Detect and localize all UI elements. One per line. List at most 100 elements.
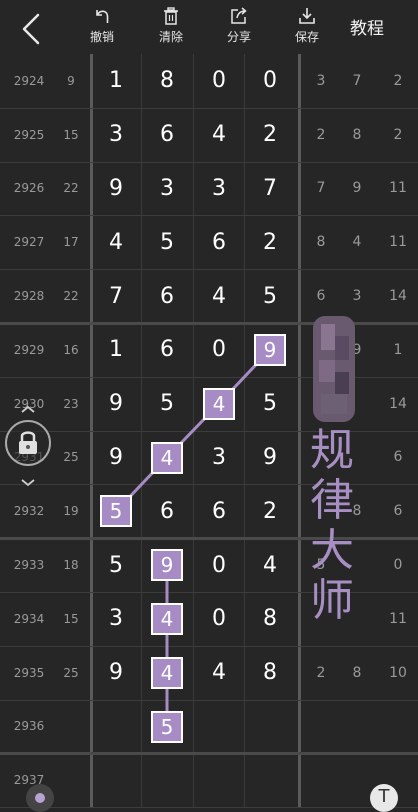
stat-cell: 9 bbox=[352, 180, 362, 197]
stat-cell: 10 bbox=[389, 664, 407, 681]
color-dot bbox=[35, 793, 45, 803]
undo-button[interactable]: 撤销 bbox=[74, 6, 130, 50]
chevron-down-icon[interactable] bbox=[20, 478, 36, 488]
save-label: 保存 bbox=[294, 30, 319, 44]
highlighted-digit[interactable]: 5 bbox=[151, 710, 183, 743]
sum-value: 18 bbox=[63, 558, 79, 573]
digit-cell: 7 bbox=[109, 283, 123, 309]
back-chevron-icon bbox=[22, 13, 40, 45]
period-number: 2929 bbox=[13, 342, 45, 357]
stat-cell: 4 bbox=[352, 234, 362, 251]
stat-cell bbox=[382, 700, 414, 754]
stat-cell: 2 bbox=[393, 126, 403, 143]
tutorial-button[interactable]: 教程 bbox=[350, 14, 384, 39]
digit-cell: 7 bbox=[263, 175, 277, 201]
digit-cell: 5 bbox=[263, 283, 277, 309]
digit-cell: 0 bbox=[212, 68, 226, 94]
sum-value bbox=[52, 700, 90, 754]
sum-value: 25 bbox=[63, 665, 79, 680]
stat-cell: 2 bbox=[316, 664, 326, 681]
highlighted-digit[interactable]: 9 bbox=[151, 549, 183, 582]
digit-cell bbox=[248, 753, 292, 807]
digit-cell: 8 bbox=[263, 660, 277, 686]
toolbar: 撤销 清除 分享 保存 教程 bbox=[0, 0, 418, 54]
share-icon bbox=[231, 7, 247, 24]
stat-cell: 6 bbox=[316, 288, 326, 305]
lock-icon bbox=[19, 431, 37, 454]
digit-cell: 3 bbox=[212, 175, 226, 201]
chevron-up-icon[interactable] bbox=[20, 404, 36, 414]
sum-value: 25 bbox=[63, 450, 79, 465]
clear-button[interactable]: 清除 bbox=[143, 6, 199, 50]
digit-cell: 4 bbox=[212, 283, 226, 309]
highlighted-digit[interactable]: 9 bbox=[254, 333, 286, 366]
sum-value: 19 bbox=[63, 504, 79, 519]
sum-value: 15 bbox=[63, 127, 79, 142]
digit-cell: 8 bbox=[160, 68, 174, 94]
digit-cell: 6 bbox=[160, 122, 174, 148]
stat-cell: 8 bbox=[316, 234, 326, 251]
digit-cell: 0 bbox=[212, 552, 226, 578]
stat-cell: 3 bbox=[352, 288, 362, 305]
sum-value: 22 bbox=[63, 289, 79, 304]
period-number: 2924 bbox=[13, 73, 45, 88]
digit-cell: 2 bbox=[263, 229, 277, 255]
digit-cell: 4 bbox=[109, 229, 123, 255]
period-number: 2927 bbox=[13, 235, 45, 250]
digit-cell: 9 bbox=[109, 444, 123, 470]
period-number: 2936 bbox=[13, 719, 45, 734]
clear-label: 清除 bbox=[158, 30, 183, 44]
sum-value: 23 bbox=[63, 396, 79, 411]
sum-value: 9 bbox=[67, 73, 75, 88]
digit-cell bbox=[248, 700, 292, 754]
digit-cell: 3 bbox=[109, 606, 123, 632]
digit-cell: 0 bbox=[212, 606, 226, 632]
stat-cell bbox=[341, 700, 373, 754]
share-button[interactable]: 分享 bbox=[211, 6, 267, 50]
digit-cell: 4 bbox=[212, 122, 226, 148]
digit-cell: 3 bbox=[109, 122, 123, 148]
digit-cell bbox=[197, 753, 241, 807]
highlighted-digit[interactable]: 4 bbox=[151, 441, 183, 474]
digit-cell: 3 bbox=[212, 444, 226, 470]
stat-cell: 11 bbox=[389, 234, 407, 251]
stat-cell: 8 bbox=[352, 126, 362, 143]
digit-cell: 5 bbox=[109, 552, 123, 578]
digit-cell: 2 bbox=[263, 498, 277, 524]
digit-cell: 1 bbox=[109, 337, 123, 363]
digit-cell: 3 bbox=[160, 175, 174, 201]
digit-cell: 5 bbox=[160, 391, 174, 417]
digit-cell: 9 bbox=[263, 444, 277, 470]
stat-cell: 7 bbox=[352, 72, 362, 89]
sum-value: 22 bbox=[63, 181, 79, 196]
stat-cell: 0 bbox=[393, 557, 403, 574]
sum-value: 16 bbox=[63, 342, 79, 357]
period-number: 2934 bbox=[13, 611, 45, 626]
period-number: 2926 bbox=[13, 181, 45, 196]
highlighted-digit[interactable]: 4 bbox=[151, 656, 183, 689]
back-button[interactable] bbox=[18, 12, 46, 46]
digit-cell: 4 bbox=[212, 660, 226, 686]
digit-cell bbox=[94, 753, 138, 807]
stat-cell: 7 bbox=[316, 180, 326, 197]
highlighted-digit[interactable]: 4 bbox=[151, 602, 183, 635]
highlighted-digit[interactable]: 4 bbox=[203, 387, 235, 420]
stat-cell: 2 bbox=[393, 72, 403, 89]
highlighted-digit[interactable]: 5 bbox=[100, 495, 132, 528]
digit-cell: 6 bbox=[160, 498, 174, 524]
digit-cell: 8 bbox=[263, 606, 277, 632]
stat-cell: 11 bbox=[389, 610, 407, 627]
digit-cell: 6 bbox=[160, 337, 174, 363]
save-button[interactable]: 保存 bbox=[279, 6, 335, 50]
stat-cell bbox=[341, 753, 373, 807]
digit-cell: 9 bbox=[109, 391, 123, 417]
digit-cell: 5 bbox=[160, 229, 174, 255]
period-number: 2928 bbox=[13, 289, 45, 304]
digit-cell: 0 bbox=[212, 337, 226, 363]
stat-cell: 14 bbox=[389, 288, 407, 305]
undo-label: 撤销 bbox=[89, 30, 114, 44]
save-download-icon bbox=[299, 8, 315, 24]
digit-cell: 4 bbox=[263, 552, 277, 578]
digit-cell bbox=[197, 700, 241, 754]
lock-button[interactable] bbox=[5, 420, 51, 466]
